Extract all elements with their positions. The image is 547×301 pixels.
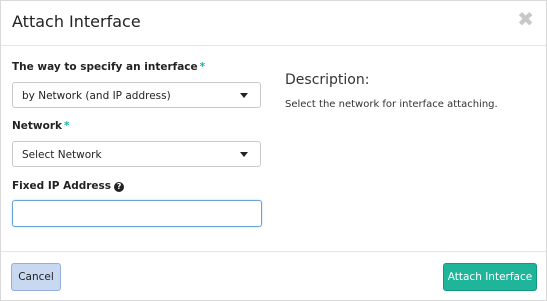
network-label-text: Network (12, 120, 63, 132)
chevron-down-icon (240, 152, 248, 157)
footer-divider (1, 251, 546, 252)
network-select[interactable]: Select Network (12, 141, 261, 167)
cancel-button[interactable]: Cancel (11, 263, 61, 291)
chevron-down-icon (240, 93, 248, 98)
interface-method-select[interactable]: by Network (and IP address) (12, 82, 261, 108)
network-select-value: Select Network (22, 149, 102, 161)
help-icon[interactable]: ? (114, 182, 125, 192)
attach-interface-button[interactable]: Attach Interface (443, 263, 537, 291)
way-label-text: The way to specify an interface (12, 61, 198, 73)
required-mark: * (199, 61, 206, 73)
attach-interface-dialog: Attach Interface ✖ The way to specify an… (0, 0, 547, 301)
dialog-header: Attach Interface ✖ (1, 1, 546, 46)
fixed-ip-label-text: Fixed IP Address (12, 180, 112, 192)
close-icon[interactable]: ✖ (517, 9, 534, 29)
dialog-title: Attach Interface (12, 12, 141, 31)
interface-method-value: by Network (and IP address) (22, 90, 171, 102)
required-mark: * (64, 120, 70, 132)
fixed-ip-label: Fixed IP Address? (12, 180, 125, 192)
description-title: Description: (285, 72, 370, 88)
way-label: The way to specify an interface * (12, 61, 205, 73)
network-label: Network * (12, 120, 70, 132)
fixed-ip-input[interactable] (12, 200, 262, 227)
description-text: Select the network for interface attachi… (285, 99, 498, 110)
